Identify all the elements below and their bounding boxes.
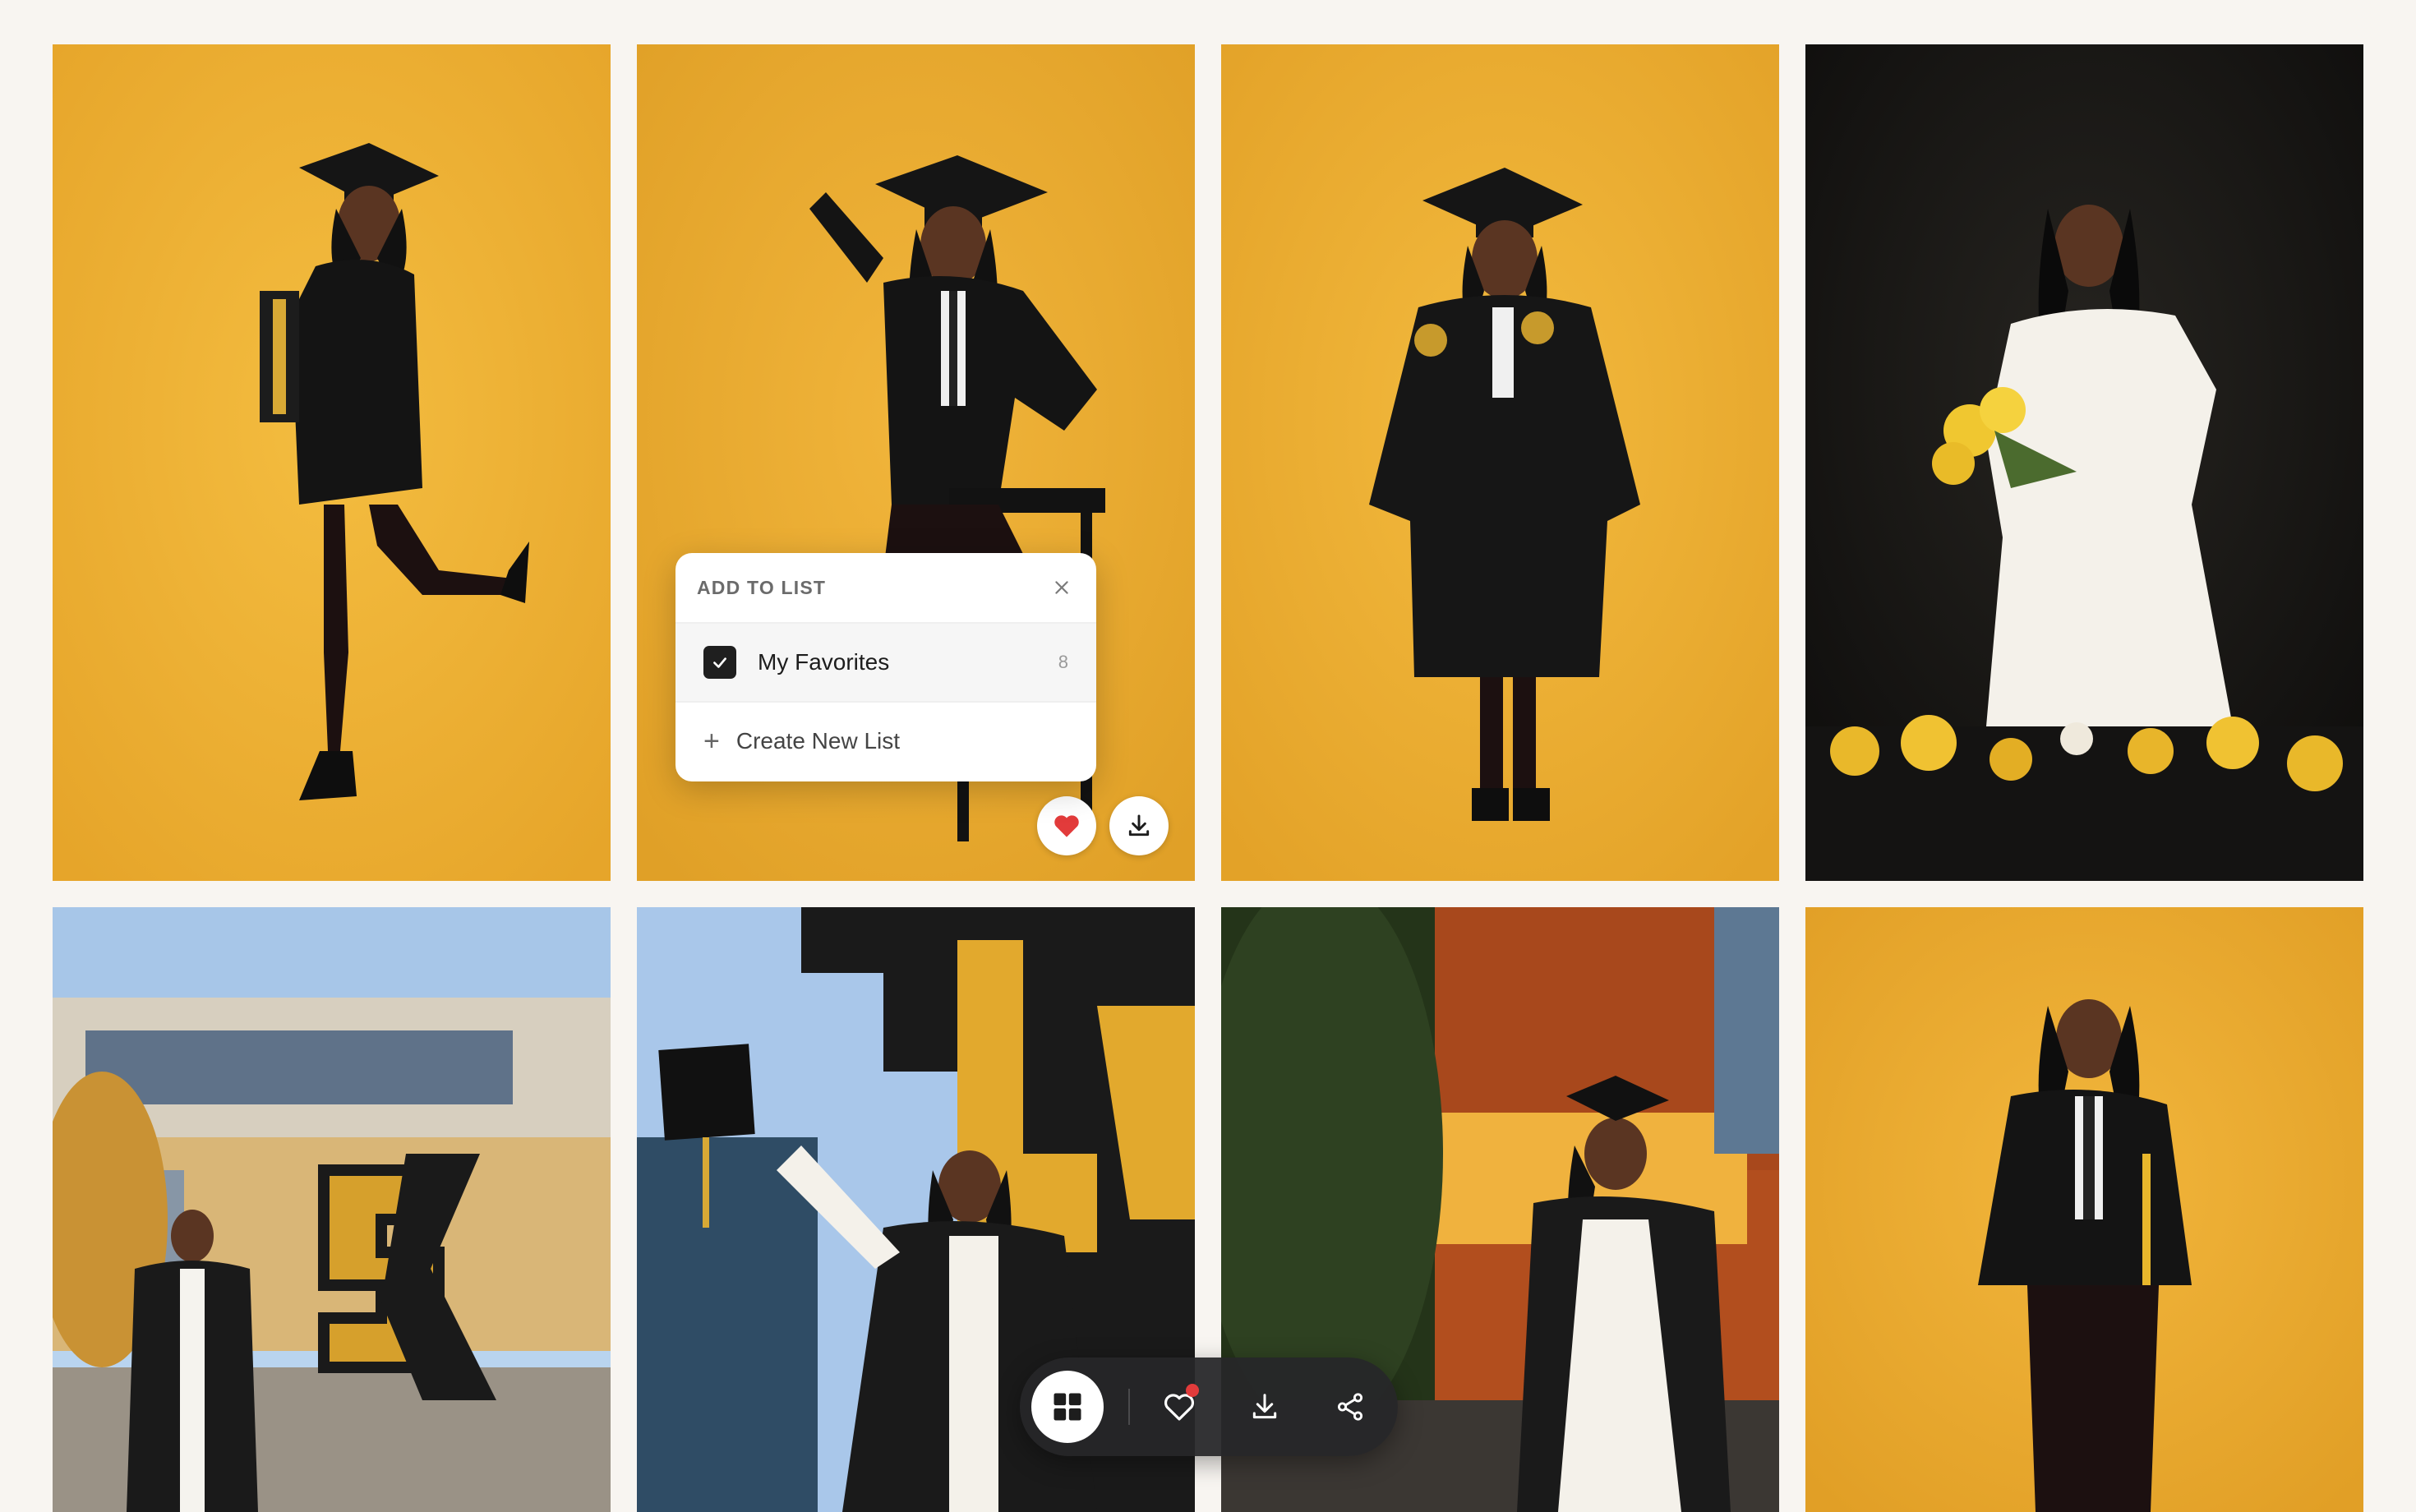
photo-5-image: [53, 907, 611, 1512]
photo-4[interactable]: [1805, 44, 2363, 881]
notification-dot: [1186, 1384, 1199, 1397]
list-count: 8: [1058, 652, 1068, 672]
add-to-list-popover: ADD TO LIST My Favorites 8 + Create New …: [675, 553, 1096, 781]
grid-view-button[interactable]: [1031, 1371, 1104, 1443]
close-popover-button[interactable]: [1049, 574, 1075, 601]
list-item-my-favorites[interactable]: My Favorites 8: [675, 624, 1096, 703]
photo-3-image: [1221, 44, 1779, 881]
grid-icon: [1054, 1393, 1081, 1421]
list-checkbox[interactable]: [703, 646, 736, 679]
download-icon: [1128, 814, 1150, 837]
photo-1-image: [53, 44, 611, 881]
plus-icon: +: [703, 726, 720, 757]
download-all-button[interactable]: [1238, 1381, 1291, 1433]
photo-1[interactable]: [53, 44, 611, 881]
photo-8-image: [1805, 907, 2363, 1512]
toolbar-divider: [1128, 1389, 1130, 1425]
download-photo-button[interactable]: [1109, 796, 1169, 855]
photo-5[interactable]: [53, 907, 611, 1512]
photo-gallery: ADD TO LIST My Favorites 8 + Create New …: [0, 0, 2416, 1512]
bottom-toolbar: [1020, 1358, 1398, 1456]
photo-4-image: [1805, 44, 2363, 881]
download-icon: [1252, 1394, 1277, 1419]
share-button[interactable]: [1324, 1381, 1376, 1433]
favorite-button[interactable]: [1037, 796, 1096, 855]
popover-title: ADD TO LIST: [697, 576, 827, 598]
checkmark-icon: [713, 657, 726, 668]
favorites-button[interactable]: [1153, 1381, 1206, 1433]
popover-header: ADD TO LIST: [675, 553, 1096, 624]
photo-8[interactable]: [1805, 907, 2363, 1512]
create-new-list-button[interactable]: + Create New List: [675, 703, 1096, 780]
photo-3[interactable]: [1221, 44, 1779, 881]
create-new-list-label: Create New List: [735, 728, 901, 754]
heart-icon: [1054, 815, 1079, 837]
close-icon: [1055, 581, 1068, 594]
list-name: My Favorites: [758, 649, 890, 675]
share-icon: [1337, 1393, 1363, 1421]
